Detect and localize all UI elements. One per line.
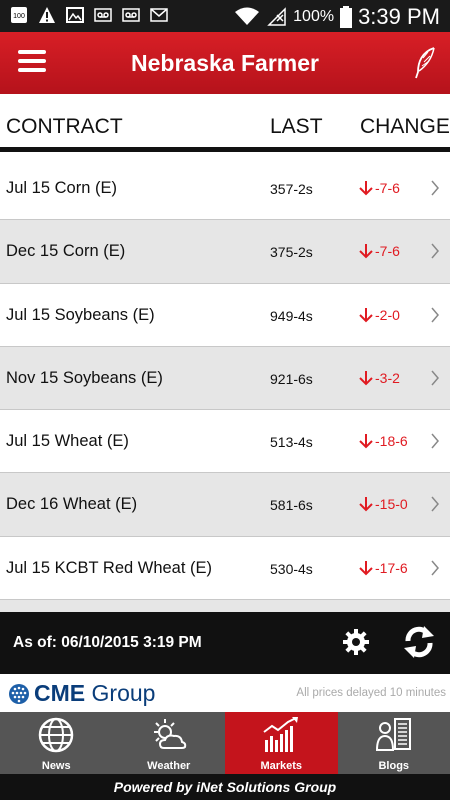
chevron-right-icon <box>431 180 439 196</box>
tab-blogs[interactable]: Blogs <box>338 712 450 774</box>
tab-weather[interactable]: Weather <box>113 712 226 774</box>
arrow-down-icon <box>359 244 373 259</box>
tab-label: Weather <box>147 760 191 772</box>
cme-logo-bold: CME <box>34 680 86 706</box>
last-price: 513-4s <box>270 434 313 451</box>
last-price: 530-4s <box>270 560 313 577</box>
table-header: CONTRACT LAST CHANGE <box>0 94 450 152</box>
contract-name: Jul 15 Soybeans (E) <box>6 305 155 324</box>
price-change: -17-6 <box>359 560 408 576</box>
table-row[interactable]: Nov 15 Soybeans (E) 921-6s -3-2 <box>0 346 450 411</box>
contract-name: Jul 15 Wheat (E) <box>6 432 129 451</box>
battery-icon <box>340 6 353 28</box>
refresh-icon[interactable] <box>402 624 436 660</box>
price-change: -2-0 <box>359 307 400 323</box>
bottom-tab-bar: News Weather Markets Blogs <box>0 712 450 774</box>
wifi-icon <box>235 7 260 25</box>
arrow-down-icon <box>359 370 373 386</box>
price-change: -18-6 <box>359 433 408 449</box>
tab-label: News <box>41 760 71 772</box>
tab-news[interactable]: News <box>0 712 113 774</box>
change-value: -18-6 <box>375 433 408 450</box>
contract-name: Nov 15 Soybeans (E) <box>6 368 163 387</box>
tab-label: Markets <box>260 760 303 772</box>
warning-icon <box>39 7 55 23</box>
voicemail-icon <box>122 8 140 22</box>
chevron-right-icon <box>431 307 439 323</box>
contract-name: Dec 15 Corn (E) <box>6 242 126 261</box>
clock: 3:39 PM <box>358 4 440 29</box>
column-header-contract: CONTRACT <box>6 115 123 138</box>
contract-name: Jul 15 KCBT Red Wheat (E) <box>6 558 213 577</box>
delay-notice: All prices delayed 10 minutes <box>296 687 446 699</box>
change-value: -17-6 <box>375 559 408 576</box>
notification-icons: 100 <box>10 6 168 24</box>
cme-bar: CME Group All prices delayed 10 minutes <box>0 674 450 712</box>
system-icons: 100% 3:39 PM <box>235 4 440 30</box>
last-price: 921-6s <box>270 370 313 387</box>
app-header: Nebraska Farmer <box>0 32 450 94</box>
change-value: -2-0 <box>375 306 400 323</box>
arrow-down-icon <box>359 307 373 323</box>
status-bar: 100 100% 3:39 PM <box>0 0 450 32</box>
globe-logo-icon <box>9 683 29 704</box>
contract-name: Jul 15 Corn (E) <box>6 179 117 197</box>
voicemail-icon <box>94 8 112 22</box>
blog-icon <box>375 718 411 751</box>
change-value: -7-6 <box>375 243 400 260</box>
table-row[interactable]: Jul 15 Wheat (E) 513-4s -18-6 <box>0 410 450 474</box>
timestamp-bar: As of: 06/10/2015 3:19 PM <box>0 612 450 674</box>
gear-icon[interactable] <box>342 628 370 656</box>
weather-icon <box>153 719 186 749</box>
image-icon <box>66 7 84 23</box>
change-value: -7-6 <box>375 180 400 196</box>
cme-logo-group: Group <box>91 680 156 706</box>
mail-icon <box>150 8 168 22</box>
last-price: 581-6s <box>270 497 313 514</box>
column-header-last: LAST <box>270 115 323 138</box>
arrow-down-icon <box>359 434 373 449</box>
price-change: -7-6 <box>359 243 400 259</box>
price-change: -7-6 <box>359 180 400 196</box>
cme-logo-text: CME Group <box>34 680 155 707</box>
chart-icon <box>263 717 299 752</box>
table-row[interactable]: Dec 15 Corn (E) 375-2s -7-6 <box>0 220 450 284</box>
arrow-down-icon <box>359 497 373 512</box>
table-row[interactable]: Dec 16 Wheat (E) 581-6s -15-0 <box>0 473 450 537</box>
feather-icon <box>415 47 435 79</box>
cme-group-logo: CME Group <box>8 680 155 707</box>
table-row-partial[interactable] <box>0 600 450 612</box>
tab-label: Blogs <box>378 760 410 772</box>
tab-markets[interactable]: Markets <box>225 712 338 774</box>
arrow-down-icon <box>359 560 373 576</box>
powered-by-footer: Powered by iNet Solutions Group <box>0 774 450 800</box>
as-of-timestamp: As of: 06/10/2015 3:19 PM <box>13 634 202 651</box>
notification-badge: 100 <box>13 13 25 20</box>
price-change: -3-2 <box>359 370 400 386</box>
arrow-down-icon <box>359 181 373 196</box>
last-price: 949-4s <box>270 307 313 324</box>
battery-percent: 100% <box>293 8 335 25</box>
last-price: 375-2s <box>270 244 313 261</box>
table-row[interactable]: Jul 15 Corn (E) 357-2s -7-6 <box>0 157 450 221</box>
badge-icon: 100 <box>11 7 27 23</box>
table-row[interactable]: Jul 15 KCBT Red Wheat (E) 530-4s -17-6 <box>0 536 450 601</box>
table-row[interactable]: Jul 15 Soybeans (E) 949-4s -2-0 <box>0 283 450 347</box>
no-signal-icon <box>267 7 286 26</box>
chevron-right-icon <box>431 370 439 386</box>
chevron-right-icon <box>431 560 439 576</box>
contracts-list: Jul 15 Corn (E) 357-2s -7-6 Dec 15 Corn … <box>0 157 450 601</box>
price-change: -15-0 <box>359 496 408 512</box>
contract-name: Dec 16 Wheat (E) <box>6 495 138 514</box>
chevron-right-icon <box>431 243 439 259</box>
chevron-right-icon <box>431 496 439 512</box>
column-header-change: CHANGE <box>360 115 450 138</box>
app-title: Nebraska Farmer <box>131 50 319 76</box>
change-value: -15-0 <box>375 496 408 513</box>
chevron-right-icon <box>431 433 439 449</box>
change-value: -3-2 <box>375 369 400 386</box>
globe-icon <box>39 717 74 753</box>
last-price: 357-2s <box>270 181 313 197</box>
